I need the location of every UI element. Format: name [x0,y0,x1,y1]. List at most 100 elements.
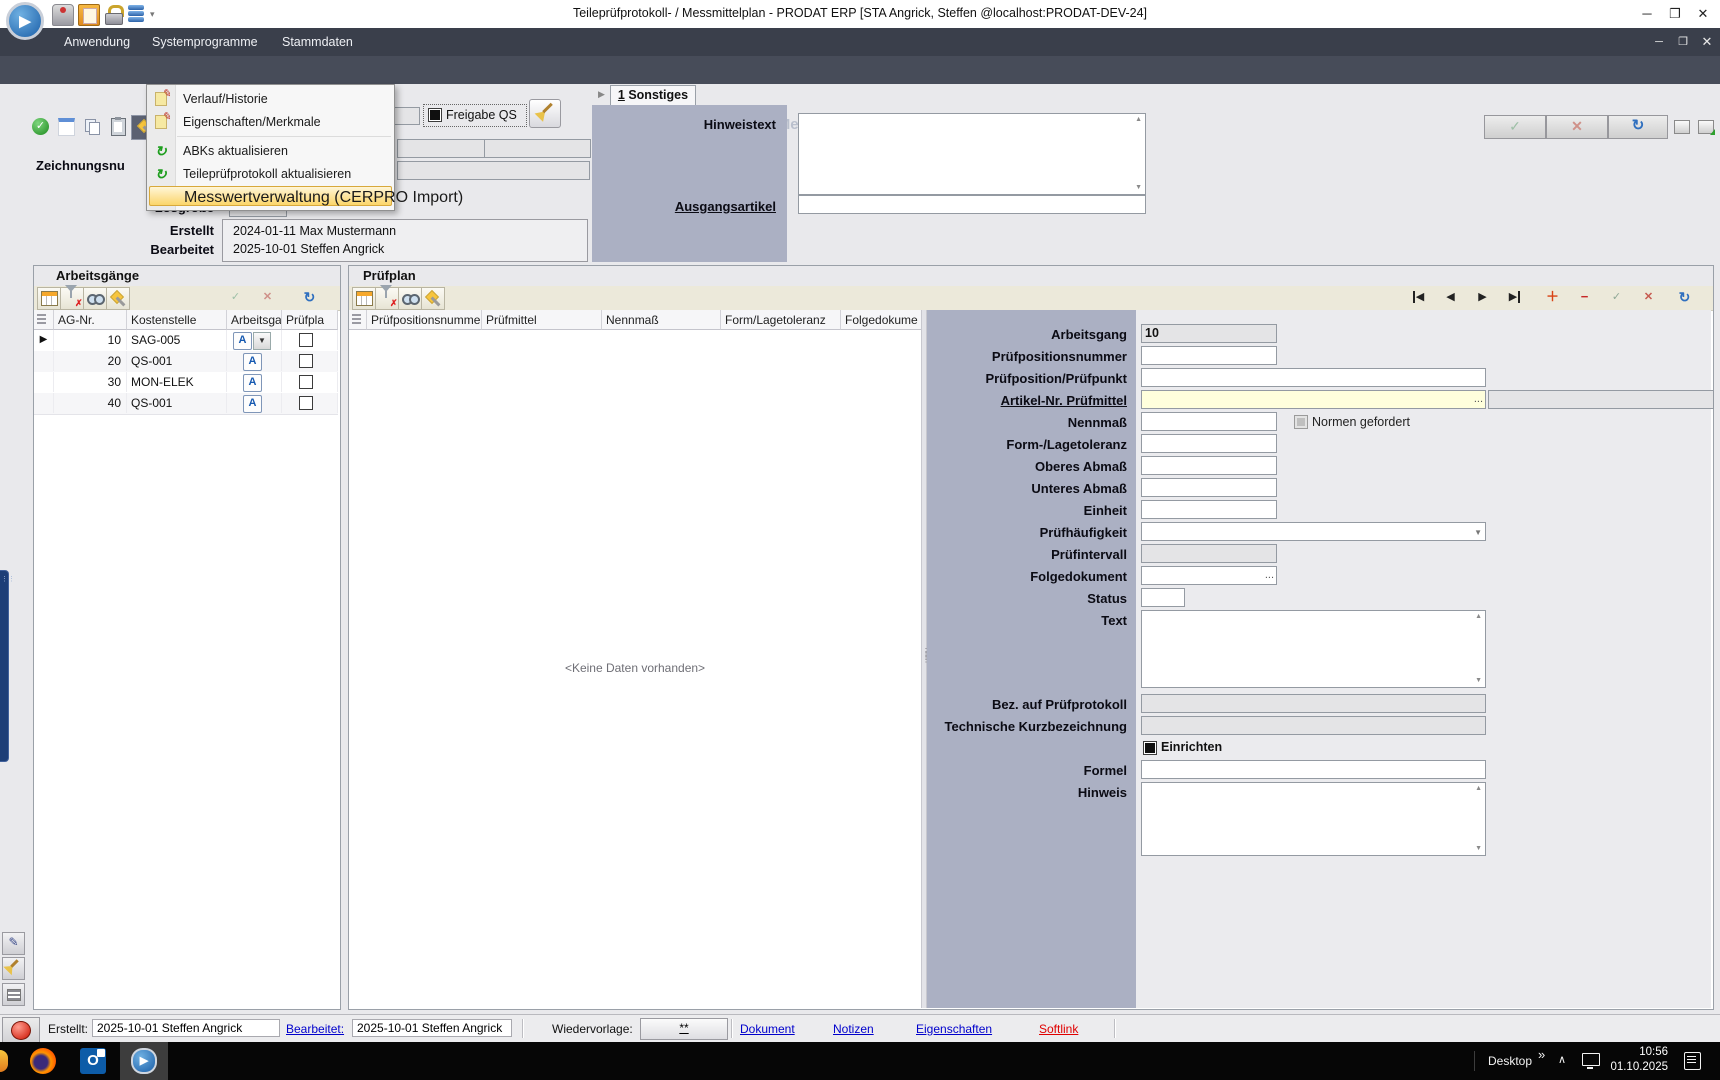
menu-item-abks-aktualisieren[interactable]: ↻ ABKs aktualisieren [147,140,394,163]
window-close-button[interactable]: ✕ [1690,3,1716,24]
hinweistext-field[interactable]: ▲ ▼ [798,113,1146,195]
ausgangsartikel-field[interactable] [798,195,1146,214]
menu-systemprogramme[interactable]: Systemprogramme [152,28,258,56]
grid-columns-icon[interactable] [37,287,61,310]
save-confirm-button[interactable]: ✓ [1484,115,1546,139]
table-row[interactable]: 30 MON-ELEK A [34,372,338,394]
pruefplan-checkbox[interactable] [299,375,313,389]
pruefpositionsnummer-field[interactable] [1141,346,1277,365]
browse-ellipsis-button[interactable]: ... [1474,391,1483,407]
taskbar-desktop-label[interactable]: Desktop [1488,1054,1532,1068]
table-row[interactable]: 40 QS-001 A [34,393,338,415]
wiedervorlage-button[interactable]: ** [640,1018,728,1040]
remove-row-icon[interactable]: − [1571,288,1598,308]
oberes-abmass-field[interactable] [1141,456,1277,475]
text-field[interactable]: ▲ ▼ [1141,610,1486,688]
scroll-up-icon[interactable]: ▲ [1135,116,1142,124]
statusbar-link-eigenschaften[interactable]: Eigenschaften [916,1022,992,1036]
clear-broom-button[interactable] [529,99,561,128]
clock-time[interactable]: 10:56 [1608,1046,1668,1058]
col-form-lagetoleranz[interactable]: Form/Lagetoleranz [721,310,841,330]
cell-ag-nr[interactable]: 30 [54,372,127,392]
list-tool-button[interactable] [2,983,25,1006]
col-kostenstelle[interactable]: Kostenstelle [127,310,227,330]
format-text-button[interactable]: A [233,332,252,350]
taskbar-partial-icon[interactable] [0,1050,8,1072]
ausgangsartikel-label[interactable]: Ausgangsartikel [592,199,776,214]
confirm-ok-icon[interactable]: ✓ [28,115,53,138]
taskbar-overflow-chevron[interactable]: » [1538,1047,1545,1062]
zeichnungsnummer-field[interactable] [397,161,590,180]
row-refresh-icon[interactable]: ↻ [296,288,323,308]
taskbar-prodat-button[interactable]: ▶ [120,1042,168,1080]
cancel-row-icon[interactable]: ✕ [1635,288,1662,308]
col-folgedokument[interactable]: Folgedokume [841,310,921,330]
browse-ellipsis-button[interactable]: ... [1265,567,1274,583]
record-state-button[interactable] [2,1017,40,1043]
filter-remove-icon[interactable]: ✗ [60,287,84,310]
header-field-row2a[interactable] [397,139,487,158]
scroll-up-icon[interactable]: ▲ [1475,613,1482,621]
refresh-rows-icon[interactable]: ↻ [1671,288,1698,308]
binoculars-search-icon[interactable] [83,287,107,310]
nav-first-icon[interactable]: ◀ [1405,288,1432,308]
header-small-field[interactable] [394,107,420,125]
menu-anwendung[interactable]: Anwendung [64,28,130,56]
quick-access-addressbook-icon[interactable] [78,4,100,26]
table-row[interactable]: 20 QS-001 A [34,351,338,373]
dropdown-button[interactable]: ▼ [253,332,271,350]
mdi-close-button[interactable]: ✕ [1696,33,1718,51]
statusbar-link-dokument[interactable]: Dokument [740,1022,795,1036]
header-field-row2b[interactable] [484,139,591,158]
brush-tool-button[interactable] [2,957,25,980]
scroll-down-icon[interactable]: ▼ [1475,845,1482,853]
quick-access-lock-icon[interactable] [104,5,123,23]
form-lagetoleranz-field[interactable] [1141,434,1277,453]
taskbar-outlook-icon[interactable]: O [80,1048,106,1074]
unteres-abmass-field[interactable] [1141,478,1277,497]
app-logo[interactable]: ▶ [6,2,44,40]
freigabe-qs-group[interactable]: Freigabe QS [423,104,527,127]
window-minimize-button[interactable]: ─ [1634,3,1660,24]
cell-kostenstelle[interactable]: MON-ELEK [127,372,227,392]
menu-item-teilepruefprotokoll-aktualisieren[interactable]: ↻ Teileprüfprotokoll aktualisieren [147,163,394,186]
format-text-button[interactable]: A [243,374,262,392]
nav-last-icon[interactable]: ▶ [1501,288,1528,308]
table-row[interactable]: ▶ 10 SAG-005 A ▼ [34,330,338,352]
scroll-up-icon[interactable]: ▲ [1475,785,1482,793]
format-text-button[interactable]: A [243,395,262,413]
statusbar-bearbeitet-link[interactable]: Bearbeitet: [286,1022,344,1036]
nav-next-icon[interactable]: ▶ [1469,288,1496,308]
statusbar-link-softlink[interactable]: Softlink [1039,1022,1078,1036]
pruefhaeufigkeit-combobox[interactable]: ▼ [1141,522,1486,541]
grid-columns-icon[interactable] [352,287,376,310]
quick-access-contact-icon[interactable] [52,4,74,26]
confirm-row-icon[interactable]: ✓ [1603,288,1630,308]
einrichten-checkbox[interactable] [1143,741,1157,755]
pruefposition-field[interactable] [1141,368,1486,387]
cell-ag-nr[interactable]: 40 [54,393,127,413]
arbeitsgang-field[interactable]: 10 [1141,324,1277,343]
cell-kostenstelle[interactable]: QS-001 [127,351,227,371]
artikel-nr-pruefmittel-label[interactable]: Artikel-Nr. Prüfmittel [927,393,1127,408]
col-arbeitsgang[interactable]: Arbeitsga [227,310,282,330]
show-hidden-icons-chevron[interactable]: ∧ [1558,1053,1566,1066]
menu-item-verlauf-historie[interactable]: ✎ Verlauf/Historie [147,88,394,111]
pen-tool-button[interactable]: ✎ [2,932,25,955]
status-field[interactable] [1141,588,1185,607]
menu-item-eigenschaften-merkmale[interactable]: ✎ Eigenschaften/Merkmale [147,111,394,134]
cell-kostenstelle[interactable]: QS-001 [127,393,227,413]
new-window-icon[interactable] [54,115,79,138]
freigabe-qs-checkbox[interactable] [428,108,442,122]
pruefplan-checkbox[interactable] [299,333,313,347]
col-pruefpositionsnummer[interactable]: Prüfpositionsnumme [367,310,482,330]
wizard-icon[interactable] [106,287,130,310]
formel-field[interactable] [1141,760,1486,779]
add-row-icon[interactable]: ＋ [1539,288,1566,308]
combo-arrow-icon[interactable]: ▼ [1474,524,1482,541]
col-ag-nr[interactable]: AG-Nr. [54,310,127,330]
quick-access-database-icon[interactable] [128,4,146,24]
menu-item-messwertverwaltung[interactable]: Messwertverwaltung (CERPRO Import) [149,186,392,206]
cell-kostenstelle[interactable]: SAG-005 [127,330,227,350]
statusbar-link-notizen[interactable]: Notizen [833,1022,874,1036]
